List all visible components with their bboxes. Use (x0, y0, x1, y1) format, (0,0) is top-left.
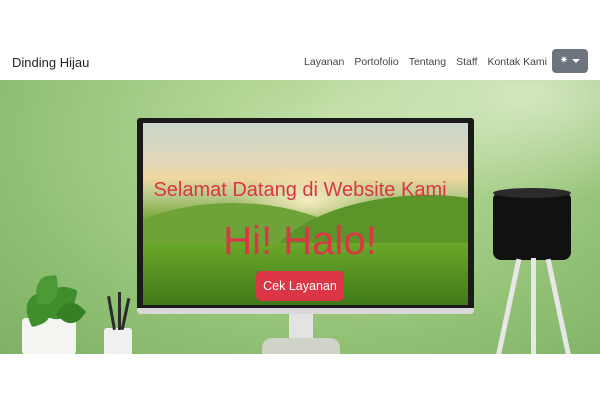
theme-toggle-button[interactable]: ✷ (552, 49, 588, 73)
nav-link-tentang[interactable]: Tentang (409, 56, 446, 68)
navbar-brand[interactable]: Dinding Hijau (12, 55, 89, 70)
sun-icon: ✷ (559, 55, 569, 66)
hero-welcome-text: Selamat Datang di Website Kami (153, 179, 447, 201)
nav-link-layanan[interactable]: Layanan (304, 56, 344, 68)
hero-heading: Hi! Halo! (223, 219, 377, 263)
hero-content: Selamat Datang di Website Kami Hi! Halo!… (0, 80, 600, 354)
nav-links: Layanan Portofolio Tentang Staff Kontak … (304, 56, 547, 68)
cek-layanan-button[interactable]: Cek Layanan (256, 271, 344, 301)
nav-link-kontak[interactable]: Kontak Kami (487, 56, 547, 68)
nav-link-staff[interactable]: Staff (456, 56, 477, 68)
nav-link-portofolio[interactable]: Portofolio (354, 56, 398, 68)
navbar: Dinding Hijau Layanan Portofolio Tentang… (0, 0, 600, 80)
chevron-down-icon (572, 59, 581, 63)
